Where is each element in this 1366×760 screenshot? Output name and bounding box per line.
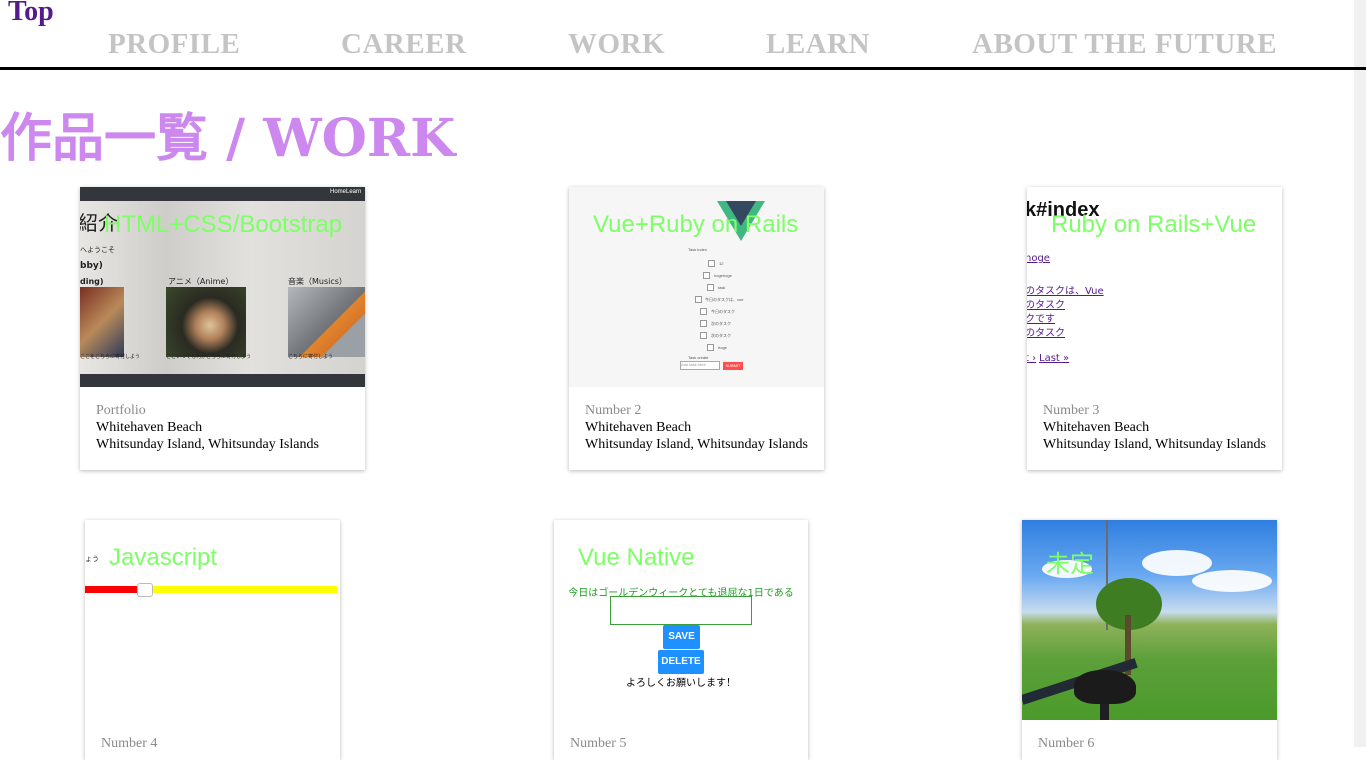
nav-career[interactable]: CAREER [341, 28, 466, 61]
screenshot-menu-learn: Learn [346, 189, 362, 195]
screenshot-caption: ここいつでも何かこちらに寄付しよう [166, 354, 252, 360]
screenshot-text: へようこそ [80, 246, 115, 254]
cloud [1192, 570, 1272, 592]
nav-about-the-future[interactable]: ABOUT THE FUTURE [972, 28, 1277, 61]
card-subtitle: Number 6 [1038, 736, 1095, 751]
checkbox [703, 272, 710, 279]
card-subtitle: Portfolio [96, 403, 146, 418]
slider-track-fill [85, 586, 137, 593]
card-image: Task index 12 hogehoge task 今日のタスクは、vue … [569, 187, 824, 387]
screenshot-link: のタスク [1027, 300, 1065, 311]
music-photo [288, 287, 365, 357]
screenshot-link: hoge [1027, 253, 1050, 264]
work-card-1[interactable]: Home Learn 紹介 へようこそ bby) ding) アニメ（Anime… [80, 187, 365, 470]
bicycle-saddle [1074, 670, 1136, 704]
nav-profile[interactable]: PROFILE [108, 28, 240, 61]
work-card-4[interactable]: ょう Javascript Number 4 [85, 520, 340, 760]
checkbox [708, 260, 715, 267]
card-text-line: Whitehaven Beach [1043, 420, 1150, 435]
screenshot-item: 12 [719, 261, 724, 266]
card-title-overlay: 未定 [1046, 551, 1094, 578]
screenshot-text: よろしくお願いします！ [626, 678, 736, 689]
screenshot-text: アニメ（Anime） [168, 277, 234, 286]
card-text-line: Whitehaven Beach [96, 420, 203, 435]
slider-track [147, 586, 337, 593]
checkbox [695, 296, 702, 303]
screenshot-list-title: Task index [688, 247, 707, 252]
screenshot-caption: こちらに寄付しよう [288, 354, 334, 360]
card-subtitle: Number 3 [1043, 403, 1100, 418]
nav-learn[interactable]: LEARN [766, 28, 870, 61]
checkbox [700, 308, 707, 315]
screenshot-link: のタスクは、Vue [1027, 286, 1104, 297]
screenshot-item: task [718, 285, 726, 290]
card-title-overlay: HTML+CSS/Bootstrap [104, 211, 343, 238]
checkbox [700, 332, 707, 339]
screenshot-pager-last: Last » [1039, 353, 1070, 364]
card-content: Number 6 [1038, 735, 1094, 752]
cloud [1142, 550, 1212, 576]
screenshot-menu-home: Home [330, 189, 347, 195]
nav-work[interactable]: WORK [568, 28, 665, 61]
screenshot-link: クです [1027, 314, 1055, 325]
top-link[interactable]: Top [8, 0, 54, 28]
screenshot-item: 次のタスク [711, 321, 731, 326]
screenshot-footer [80, 374, 365, 387]
books-photo [80, 287, 124, 357]
card-content: Number 2 Whitehaven Beach Whitsunday Isl… [585, 402, 808, 453]
page-title: 作品一覧 / WORK [0, 108, 456, 169]
screenshot-text: ょう [85, 555, 99, 563]
page-scrollbar[interactable] [1354, 0, 1366, 747]
card-image: 今日はゴールデンウィークとても退屈な1日である SAVE DELETE よろしく… [554, 520, 808, 720]
card-content: Number 3 Whitehaven Beach Whitsunday Isl… [1043, 402, 1266, 453]
card-title-overlay: Vue+Ruby on Rails [593, 211, 799, 238]
card-subtitle: Number 2 [585, 403, 642, 418]
card-content: Number 5 [570, 735, 626, 752]
screenshot-submit-button: SUBMIT [723, 362, 743, 370]
screenshot-delete-button: DELETE [658, 650, 704, 674]
card-image: 未定 [1022, 520, 1277, 720]
card-image: Home Learn 紹介 へようこそ bby) ding) アニメ（Anime… [80, 187, 365, 387]
screenshot-input: Add task here [680, 361, 720, 370]
screenshot-form-title: Task create [688, 355, 709, 360]
card-content: Number 4 [101, 735, 157, 752]
screenshot-text: ding) [80, 277, 104, 286]
screenshot-text: bby) [80, 261, 103, 271]
screenshot-text: 音楽（Musics） [288, 277, 347, 286]
card-title-overlay: Vue Native [578, 544, 695, 571]
card-text-line: Whitehaven Beach [585, 420, 692, 435]
screenshot-navbar: Home Learn [80, 187, 365, 201]
slider-thumb [137, 583, 153, 597]
screenshot-pager-prev: t › [1027, 353, 1037, 364]
screenshot-caption: ここをこちらに寄付しよう [80, 354, 141, 360]
checkbox [707, 284, 714, 291]
card-subtitle: Number 5 [570, 736, 627, 751]
screenshot-item: 今日のタスク [711, 309, 735, 314]
work-card-3[interactable]: k#index hoge のタスクは、Vue のタスク クです のタスク t ›… [1027, 187, 1282, 470]
card-text-line: Whitsunday Island, Whitsunday Islands [96, 437, 319, 452]
card-image: k#index hoge のタスクは、Vue のタスク クです のタスク t ›… [1027, 187, 1282, 387]
screenshot-link: のタスク [1027, 328, 1065, 339]
card-title-overlay: Ruby on Rails+Vue [1051, 211, 1257, 238]
work-card-6[interactable]: 未定 Number 6 [1022, 520, 1277, 760]
card-text-line: Whitsunday Island, Whitsunday Islands [585, 437, 808, 452]
screenshot-item: 今日のタスクは、vue [705, 297, 744, 302]
work-card-2[interactable]: Task index 12 hogehoge task 今日のタスクは、vue … [569, 187, 824, 470]
card-title-overlay: Javascript [109, 544, 218, 571]
card-content: Portfolio Whitehaven Beach Whitsunday Is… [96, 402, 319, 453]
screenshot-input [610, 596, 752, 625]
screenshot-item: hogehoge [714, 273, 732, 278]
screenshot-save-button: SAVE [663, 625, 700, 649]
checkbox [707, 344, 714, 351]
screenshot-item: 次のタスク [711, 333, 731, 338]
work-card-5[interactable]: 今日はゴールデンウィークとても退屈な1日である SAVE DELETE よろしく… [554, 520, 808, 760]
header-divider [0, 67, 1366, 70]
card-image: ょう Javascript [85, 520, 340, 720]
checkbox [700, 320, 707, 327]
cat-photo [166, 287, 246, 357]
card-text-line: Whitsunday Island, Whitsunday Islands [1043, 437, 1266, 452]
screenshot-item: hoge [718, 345, 727, 350]
card-subtitle: Number 4 [101, 736, 158, 751]
